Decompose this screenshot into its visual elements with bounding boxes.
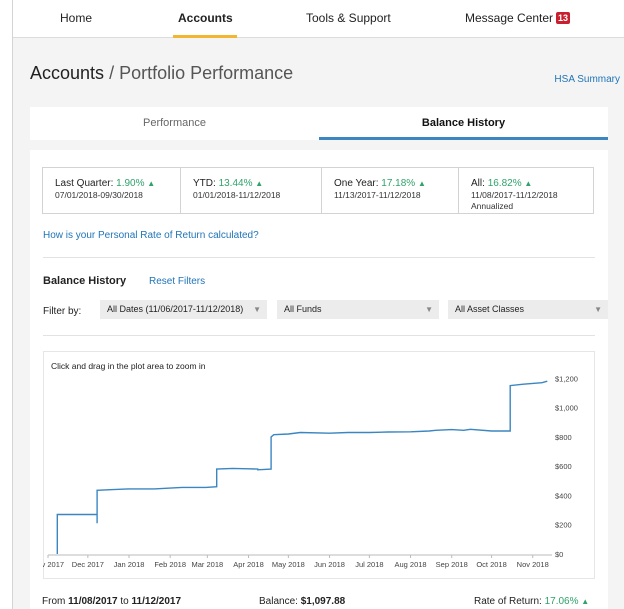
y-tick-label: $1,200: [555, 374, 578, 383]
stat-all: All: 16.82% ▲ 11/08/2017-11/12/2018 Annu…: [458, 168, 593, 213]
stat-label: All:: [471, 178, 485, 189]
page-title-main: Accounts: [30, 63, 105, 83]
divider: [43, 335, 595, 336]
stat-ytd: YTD: 13.44% ▲ 01/01/2018-11/12/2018: [180, 168, 321, 213]
funds-value: All Funds: [284, 304, 322, 314]
balance-history-chart[interactable]: $0 $200 $400 $600 $800 $1,000 $1,200 Nov 2017 De…: [43, 351, 595, 579]
x-tick-label: Jul 2018: [355, 560, 383, 569]
date-range-select[interactable]: All Dates (11/06/2017-11/12/2018) ▼: [100, 300, 267, 319]
up-arrow-icon: ▲: [581, 597, 590, 606]
summary-from-date: 11/08/2017: [68, 596, 118, 607]
x-tick-label: Feb 2018: [154, 560, 186, 569]
stat-dates: 01/01/2018-11/12/2018: [193, 190, 281, 200]
x-tick-label: Mar 2018: [192, 560, 224, 569]
summary-balance: Balance: $1,097.88: [259, 596, 345, 607]
summary-balance-label: Balance:: [259, 596, 298, 607]
content-panel: Last Quarter: 1.90% ▲ 07/01/2018-09/30/2…: [30, 150, 608, 609]
stat-label: YTD:: [193, 178, 216, 189]
summary-to-date: 11/12/2017: [131, 596, 182, 607]
asset-classes-select[interactable]: All Asset Classes ▼: [448, 300, 608, 319]
up-arrow-icon: ▲: [147, 179, 156, 188]
stat-dates: 07/01/2018-09/30/2018: [55, 190, 143, 200]
chevron-down-icon: ▼: [253, 305, 261, 314]
nav-message-center[interactable]: Message Center 13: [465, 11, 571, 25]
x-tick-label: Sep 2018: [436, 560, 468, 569]
stat-last-quarter: Last Quarter: 1.90% ▲ 07/01/2018-09/30/2…: [43, 168, 180, 213]
summary-range: From 11/08/2017 to 11/12/2017: [42, 596, 181, 607]
active-nav-underline: [173, 35, 237, 38]
top-nav: Home Accounts Tools & Support Message Ce…: [13, 0, 624, 38]
balance-history-title: Balance History: [43, 275, 127, 287]
asset-classes-value: All Asset Classes: [455, 304, 525, 314]
divider: [43, 257, 595, 258]
y-tick-label: $600: [555, 462, 572, 471]
return-stats: Last Quarter: 1.90% ▲ 07/01/2018-09/30/2…: [42, 167, 594, 214]
reset-filters-link[interactable]: Reset Filters: [149, 276, 205, 287]
chart-svg[interactable]: $0 $200 $400 $600 $800 $1,000 $1,200 Nov 2017 De…: [43, 351, 595, 579]
x-tick-label: Oct 2018: [476, 560, 506, 569]
chevron-down-icon: ▼: [594, 305, 602, 314]
y-tick-label: $400: [555, 491, 572, 500]
stat-value: 17.18%: [381, 178, 416, 189]
stat-label: One Year:: [334, 178, 379, 189]
tab-balance-history[interactable]: Balance History: [319, 107, 608, 140]
page-title-sub: / Portfolio Performance: [109, 63, 294, 83]
tab-bar: Performance Balance History: [30, 107, 608, 140]
filter-label: Filter by:: [43, 306, 82, 317]
nav-home[interactable]: Home: [60, 11, 92, 25]
up-arrow-icon: ▲: [524, 179, 533, 188]
stat-dates: 11/08/2017-11/12/2018: [471, 190, 558, 200]
x-tick-label: Jun 2018: [314, 560, 345, 569]
nav-tools-support[interactable]: Tools & Support: [306, 11, 391, 25]
chevron-down-icon: ▼: [425, 305, 433, 314]
stat-line: Last Quarter: 1.90% ▲: [55, 178, 180, 189]
summary-rate-value: 17.06%: [544, 596, 579, 607]
stat-line: One Year: 17.18% ▲: [334, 178, 458, 189]
message-count-badge: 13: [556, 12, 571, 24]
summary-rate: Rate of Return: 17.06% ▲: [474, 596, 589, 607]
y-tick-label: $800: [555, 433, 572, 442]
x-tick-label: Apr 2018: [233, 560, 263, 569]
up-arrow-icon: ▲: [417, 179, 426, 188]
stat-line: YTD: 13.44% ▲: [193, 178, 321, 189]
y-tick-label: $1,000: [555, 404, 578, 413]
x-tick-label: Nov 2018: [517, 560, 549, 569]
stat-line: All: 16.82% ▲: [471, 178, 593, 189]
summary-balance-value: $1,097.88: [300, 596, 346, 607]
rate-of-return-info-link[interactable]: How is your Personal Rate of Return calc…: [43, 230, 259, 241]
date-range-value: All Dates (11/06/2017-11/12/2018): [107, 304, 244, 314]
y-tick-label: $0: [555, 550, 563, 559]
period-summary: From 11/08/2017 to 11/12/2017 Balance: $…: [30, 593, 608, 609]
hsa-summary-link[interactable]: HSA Summary: [554, 74, 620, 85]
funds-select[interactable]: All Funds ▼: [277, 300, 439, 319]
chart-zoom-hint: Click and drag in the plot area to zoom …: [51, 361, 206, 371]
x-tick-label: Nov 2017: [43, 560, 64, 569]
stat-label: Last Quarter:: [55, 178, 114, 189]
x-tick-label: May 2018: [272, 560, 305, 569]
summary-rate-label: Rate of Return:: [474, 596, 542, 607]
stat-value: 16.82%: [487, 178, 522, 189]
stat-note: Annualized: [471, 201, 514, 211]
app-frame: Home Accounts Tools & Support Message Ce…: [12, 0, 624, 609]
summary-from-label: From: [42, 596, 66, 607]
page-title: Accounts / Portfolio Performance: [30, 63, 293, 84]
stat-dates: 11/13/2017-11/12/2018: [334, 190, 421, 200]
tab-performance[interactable]: Performance: [30, 107, 319, 140]
x-tick-label: Aug 2018: [394, 560, 426, 569]
nav-accounts[interactable]: Accounts: [178, 11, 233, 25]
stat-value: 13.44%: [218, 178, 253, 189]
up-arrow-icon: ▲: [255, 179, 264, 188]
summary-to-label: to: [120, 596, 129, 607]
y-tick-label: $200: [555, 521, 572, 530]
balance-series-line: [56, 380, 548, 554]
stat-one-year: One Year: 17.18% ▲ 11/13/2017-11/12/2018: [321, 168, 458, 213]
x-tick-label: Dec 2017: [72, 560, 104, 569]
nav-message-center-label: Message Center: [465, 11, 554, 25]
x-tick-label: Jan 2018: [114, 560, 145, 569]
stat-value: 1.90%: [116, 178, 145, 189]
